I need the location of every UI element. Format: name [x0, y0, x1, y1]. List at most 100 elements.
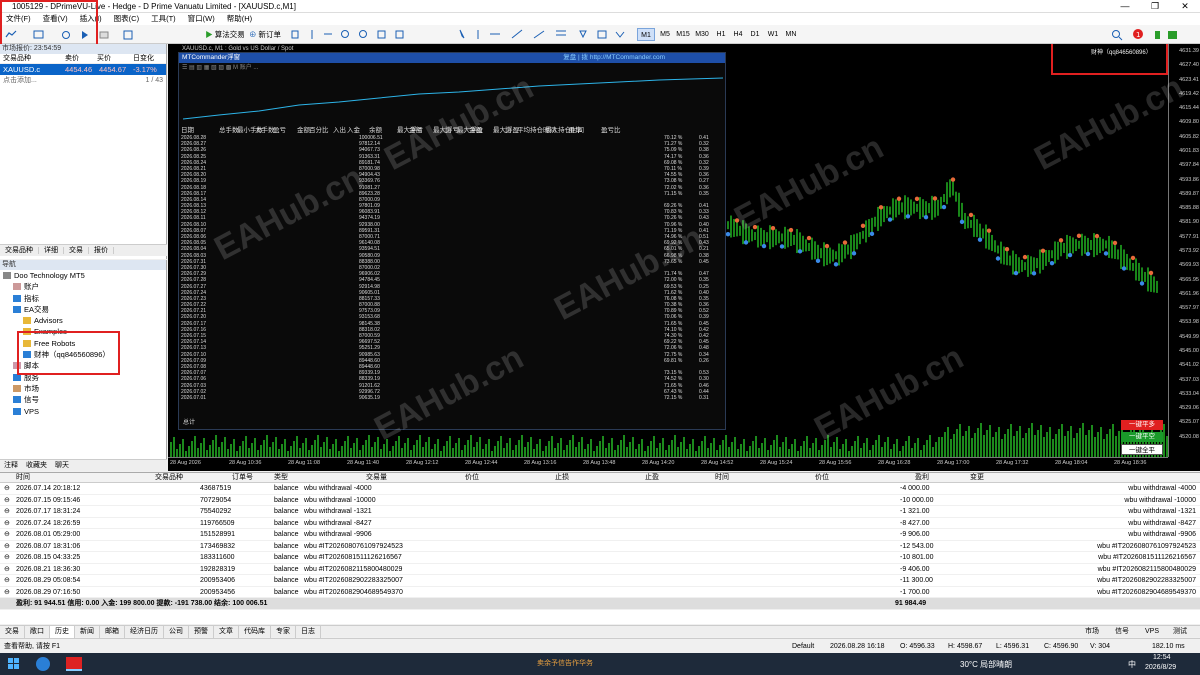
trade-marker	[1013, 270, 1019, 276]
navigator-item[interactable]: 账户	[0, 281, 166, 292]
volume-bar	[1118, 431, 1120, 457]
tab-chat[interactable]: 聊天	[51, 462, 73, 469]
history-cell-comment: wbu withdrawal -9906	[304, 531, 372, 538]
history-cell-profit: -10 000.00	[900, 496, 934, 504]
mt5-app-icon[interactable]	[66, 657, 82, 671]
algo-trading-button[interactable]: ▶ 算法交易	[205, 28, 245, 41]
maximize-button[interactable]: ❐	[1140, 0, 1170, 13]
navigator-item[interactable]: Advisors	[0, 315, 166, 326]
tester-link[interactable]: 测试	[1168, 626, 1192, 638]
tab-comments[interactable]: 注释	[0, 462, 22, 469]
close-longs-button[interactable]: 一键平多	[1121, 420, 1163, 430]
tab-mailbox[interactable]: 邮箱	[100, 626, 125, 638]
close-shorts-button[interactable]: 一键平空	[1121, 432, 1163, 442]
price-tick: 4631.39	[1179, 48, 1199, 54]
navigator-item[interactable]: 脚本	[0, 360, 166, 371]
tab-codebase[interactable]: 代码库	[239, 626, 271, 638]
volume-bar	[1106, 434, 1108, 457]
market-watch-row-xauusd[interactable]: XAUUSD.c 4454.46 4454.67 -3.17%	[0, 64, 166, 75]
navigator-item[interactable]: 财神（qq846560896）	[0, 349, 166, 360]
history-row[interactable]: ⊖ 2026.08.21 18:36:30 192828319 balance wbu …	[0, 564, 1200, 575]
toolbar-icons-middle[interactable]	[290, 29, 635, 40]
history-row[interactable]: ⊖ 2026.07.24 18:26:59 119766509 balance wbu …	[0, 518, 1200, 529]
menu-tools[interactable]: 工具(T)	[145, 13, 182, 25]
navigator-item[interactable]: 服务	[0, 372, 166, 383]
navigator-item[interactable]: Free Robots	[0, 338, 166, 349]
toolbar-icons-left[interactable]	[4, 29, 154, 40]
tab-trading[interactable]: 交易	[64, 247, 89, 254]
tf-m15[interactable]: M15	[674, 28, 692, 41]
history-row[interactable]: ⊖ 2026.07.17 18:31:24 75540292 balance wbu w…	[0, 506, 1200, 518]
history-row[interactable]: ⊖ 2026.08.01 05:29:00 151528991 balance wbu …	[0, 529, 1200, 541]
tab-symbols[interactable]: 交易品种	[0, 247, 39, 254]
add-symbol-link[interactable]: 点击添加...	[0, 77, 37, 84]
navigator-item[interactable]: EA交易	[0, 304, 166, 315]
history-row[interactable]: ⊖ 2026.08.07 18:31:06 173469832 balance wbu …	[0, 541, 1200, 552]
ime-indicator[interactable]: 中	[1128, 659, 1136, 670]
navigator-item[interactable]: 市场	[0, 383, 166, 394]
edge-icon[interactable]	[36, 657, 50, 671]
signals-link[interactable]: 信号	[1110, 626, 1134, 638]
navigator-item[interactable]: VPS	[0, 406, 166, 417]
tf-d1[interactable]: D1	[746, 28, 764, 41]
history-row[interactable]: ⊖ 2026.08.29 07:16:50 200953456 balance wbu …	[0, 587, 1200, 598]
tab-trade[interactable]: 交易	[0, 626, 25, 638]
history-row[interactable]: ⊖ 2026.07.15 09:15:46 70729054 balance wbu w…	[0, 495, 1200, 506]
tf-m30[interactable]: M30	[693, 28, 711, 41]
tab-favorites[interactable]: 收藏夹	[22, 462, 51, 469]
mtc-rows: 2026.08.28 100006.51 70.12 % 0.41 2026.08.27…	[179, 135, 727, 415]
mtc-toolbar[interactable]: ☰ ▤ ▥ ▦ ▧ ▨ ▩ M 账户 ...	[179, 63, 725, 73]
new-order-button[interactable]: ⊕ 新订单	[248, 28, 282, 41]
menu-help[interactable]: 帮助(H)	[221, 13, 258, 25]
history-row[interactable]: ⊖ 2026.08.15 04:33:25 183311600 balance wbu …	[0, 552, 1200, 564]
tab-calendar[interactable]: 经济日历	[125, 626, 164, 638]
tf-h4[interactable]: H4	[729, 28, 747, 41]
tf-m5[interactable]: M5	[656, 28, 674, 41]
tf-mn[interactable]: MN	[782, 28, 800, 41]
history-cell-ticket: 119766509	[200, 519, 235, 527]
market-link[interactable]: 市场	[1080, 626, 1104, 638]
toolbar-icons-right[interactable]: 1	[1110, 28, 1195, 41]
tab-news[interactable]: 新闻	[75, 626, 100, 638]
tab-alerts[interactable]: 预警	[189, 626, 214, 638]
tab-exposure[interactable]: 敞口	[25, 626, 50, 638]
navigator-item[interactable]: Doo Technology MT5	[0, 270, 166, 281]
menu-view[interactable]: 查看(V)	[37, 13, 74, 25]
close-all-button[interactable]: 一键全平	[1121, 444, 1163, 455]
windows-icon[interactable]	[8, 658, 20, 670]
tab-company[interactable]: 公司	[164, 626, 189, 638]
tf-m1[interactable]: M1	[637, 28, 655, 41]
menu-file[interactable]: 文件(F)	[0, 13, 37, 25]
minimize-button[interactable]: —	[1110, 0, 1140, 13]
menu-insert[interactable]: 插入(I)	[74, 13, 108, 25]
navigator-item[interactable]: 信号	[0, 394, 166, 405]
tf-w1[interactable]: W1	[764, 28, 782, 41]
weather-widget[interactable]: 30°C 局部晴朗	[960, 659, 1012, 670]
time-tick: 28 Aug 18:04	[1055, 460, 1088, 466]
mtcommander-panel[interactable]: MTCommander浮窗 复盘 | 拨 http://MTCommander.c…	[178, 52, 726, 430]
tf-h1[interactable]: H1	[712, 28, 730, 41]
tab-articles[interactable]: 文章	[214, 626, 239, 638]
volume-bar	[515, 445, 517, 457]
volume-bar	[965, 431, 967, 457]
mtc-total: 总计	[183, 420, 196, 426]
menu-window[interactable]: 窗口(W)	[182, 13, 221, 25]
navigator-item[interactable]: Examples	[0, 326, 166, 337]
menu-charts[interactable]: 图表(C)	[108, 13, 145, 25]
chart-window[interactable]: XAUUSD.c, M1 : Gold vs US Dollar / Spot …	[168, 44, 1200, 471]
tab-ticks[interactable]: 报价	[89, 247, 114, 254]
history-cell-comment: wbu withdrawal -8427	[304, 519, 372, 527]
tab-journal[interactable]: 日志	[296, 626, 321, 638]
mtc-link[interactable]: 复盘 | 拨 http://MTCommander.com	[563, 53, 665, 63]
volume-bar	[596, 446, 598, 457]
tab-experts[interactable]: 专家	[271, 626, 296, 638]
history-row[interactable]: ⊖ 2026.07.14 20:18:12 43687519 balance wbu w…	[0, 483, 1200, 495]
close-button[interactable]: ✕	[1170, 0, 1200, 13]
history-row[interactable]: ⊖ 2026.08.29 05:08:54 200953406 balance wbu …	[0, 575, 1200, 587]
tab-history[interactable]: 历史	[50, 626, 75, 638]
tab-details[interactable]: 详细	[39, 247, 64, 254]
navigator-item[interactable]: 指标	[0, 293, 166, 304]
vps-link[interactable]: VPS	[1140, 626, 1164, 638]
price-tick: 4561.96	[1179, 290, 1199, 297]
price-tick: 4623.41	[1179, 76, 1199, 83]
